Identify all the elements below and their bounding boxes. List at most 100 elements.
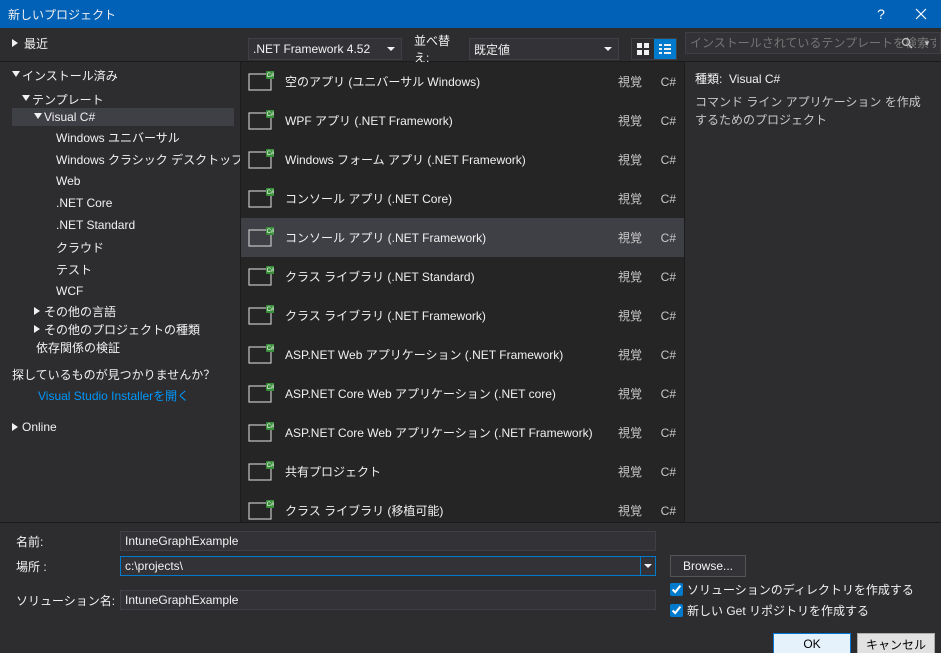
- template-icon: C#: [247, 263, 275, 291]
- template-lang: C#: [652, 465, 676, 479]
- name-input[interactable]: [120, 531, 656, 551]
- create-git-repo-checkbox[interactable]: 新しい Get リポジトリを作成する: [670, 602, 914, 619]
- template-lang: C#: [652, 309, 676, 323]
- caret-right-icon: [34, 322, 42, 336]
- template-icon: C#: [247, 224, 275, 252]
- template-tag: 視覚: [618, 502, 642, 519]
- caret-down-icon: [12, 68, 20, 82]
- help-button[interactable]: ?: [861, 0, 901, 28]
- csharp-children: Windows ユニバーサル Windows クラシック デスクトップ Web …: [12, 126, 234, 302]
- installed-tree-node[interactable]: インストール済み: [12, 66, 234, 84]
- template-search: ▾: [685, 32, 935, 54]
- cancel-button[interactable]: キャンセル: [857, 633, 935, 653]
- visual-csharp-tree-node[interactable]: Visual C#: [12, 108, 234, 126]
- template-row[interactable]: C# コンソール アプリ (.NET Framework)視覚C#: [241, 218, 684, 257]
- sort-combo[interactable]: 既定値: [469, 38, 619, 60]
- location-label: 場所 :: [8, 558, 116, 575]
- tree-leaf-cloud[interactable]: クラウド: [12, 238, 234, 256]
- template-name: コンソール アプリ (.NET Framework): [285, 229, 608, 246]
- template-row[interactable]: C# ASP.NET Core Web アプリケーション (.NET core)…: [241, 374, 684, 413]
- template-row[interactable]: C# クラス ライブラリ (.NET Standard)視覚C#: [241, 257, 684, 296]
- other-languages-tree-node[interactable]: その他の言語: [12, 302, 234, 320]
- template-icon: C#: [247, 302, 275, 330]
- sidebar: インストール済み テンプレート Visual C# Windows ユニバーサル…: [0, 62, 240, 522]
- template-icon: C#: [247, 185, 275, 213]
- svg-text:C#: C#: [267, 307, 274, 313]
- solution-name-label: ソリューション名:: [8, 592, 116, 609]
- template-row[interactable]: C# 共有プロジェクト視覚C#: [241, 452, 684, 491]
- template-name: Windows フォーム アプリ (.NET Framework): [285, 151, 608, 168]
- template-tag: 視覚: [618, 73, 642, 90]
- template-row[interactable]: C# クラス ライブラリ (.NET Framework)視覚C#: [241, 296, 684, 335]
- template-icon: C#: [247, 458, 275, 486]
- template-tag: 視覚: [618, 112, 642, 129]
- caret-down-icon: [22, 92, 30, 106]
- grid-icon: [637, 43, 649, 55]
- template-row[interactable]: C# ASP.NET Core Web アプリケーション (.NET Frame…: [241, 413, 684, 452]
- template-lang: C#: [652, 231, 676, 245]
- recent-tree-node[interactable]: 最近: [12, 34, 232, 52]
- template-name: ASP.NET Core Web アプリケーション (.NET Framewor…: [285, 424, 608, 441]
- location-input[interactable]: [120, 556, 640, 576]
- bottom-form: 名前: 場所 : Browse... ソリューション名: ソリューションのディレ…: [0, 522, 941, 627]
- svg-text:C#: C#: [267, 229, 274, 235]
- dependency-verification-tree-node[interactable]: 依存関係の検証: [12, 338, 234, 356]
- template-name: コンソール アプリ (.NET Core): [285, 190, 608, 207]
- viewmode-grid-button[interactable]: [632, 39, 654, 59]
- template-row[interactable]: C# Windows フォーム アプリ (.NET Framework)視覚C#: [241, 140, 684, 179]
- window-title: 新しいプロジェクト: [0, 6, 116, 23]
- tree-leaf-windows-classic-desktop[interactable]: Windows クラシック デスクトップ: [12, 150, 234, 168]
- svg-text:C#: C#: [267, 268, 274, 274]
- template-name: 空のアプリ (ユニバーサル Windows): [285, 73, 608, 90]
- svg-text:C#: C#: [267, 112, 274, 118]
- framework-combo[interactable]: .NET Framework 4.52: [248, 38, 402, 60]
- template-row[interactable]: C# コンソール アプリ (.NET Core)視覚C#: [241, 179, 684, 218]
- template-type: 種類: Visual C#: [695, 70, 931, 87]
- svg-text:C#: C#: [267, 346, 274, 352]
- template-tag: 視覚: [618, 307, 642, 324]
- viewmode-toggle: [631, 38, 677, 60]
- template-list[interactable]: C# 空のアプリ (ユニバーサル Windows)視覚C# C# WPF アプリ…: [240, 62, 685, 522]
- location-dropdown-button[interactable]: [640, 556, 656, 576]
- online-label: Online: [22, 420, 57, 434]
- main-area: インストール済み テンプレート Visual C# Windows ユニバーサル…: [0, 62, 941, 522]
- description-panel: 種類: Visual C# コマンド ライン アプリケーション を作成するための…: [685, 62, 941, 522]
- tree-leaf-windows-universal[interactable]: Windows ユニバーサル: [12, 128, 234, 146]
- template-row[interactable]: C# 空のアプリ (ユニバーサル Windows)視覚C#: [241, 62, 684, 101]
- template-icon: C#: [247, 497, 275, 523]
- caret-down-icon: [34, 110, 42, 124]
- browse-button[interactable]: Browse...: [670, 555, 746, 577]
- viewmode-list-button[interactable]: [654, 39, 676, 59]
- template-row[interactable]: C# ASP.NET Web アプリケーション (.NET Framework)…: [241, 335, 684, 374]
- titlebar: 新しいプロジェクト ?: [0, 0, 941, 28]
- name-label: 名前:: [8, 533, 116, 550]
- template-row[interactable]: C# WPF アプリ (.NET Framework)視覚C#: [241, 101, 684, 140]
- tree-leaf-web[interactable]: Web: [12, 172, 234, 190]
- create-solution-dir-input[interactable]: [670, 583, 683, 596]
- tree-leaf-netcore[interactable]: .NET Core: [12, 194, 234, 212]
- templates-tree-node[interactable]: テンプレート: [12, 90, 234, 108]
- caret-right-icon: [12, 420, 20, 434]
- recent-label: 最近: [24, 35, 48, 52]
- open-installer-link[interactable]: Visual Studio Installerを開く: [12, 387, 234, 404]
- close-button[interactable]: [901, 0, 941, 28]
- clear-search-icon[interactable]: ▾: [919, 35, 935, 51]
- not-finding-label: 探しているものが見つかりませんか？: [12, 356, 234, 387]
- template-tag: 視覚: [618, 424, 642, 441]
- create-git-repo-input[interactable]: [670, 604, 683, 617]
- template-lang: C#: [652, 426, 676, 440]
- template-name: 共有プロジェクト: [285, 463, 608, 480]
- ok-button[interactable]: OK: [773, 633, 851, 653]
- tree-leaf-test[interactable]: テスト: [12, 260, 234, 278]
- search-icon[interactable]: [899, 35, 915, 51]
- other-project-types-tree-node[interactable]: その他のプロジェクトの種類: [12, 320, 234, 338]
- create-solution-dir-checkbox[interactable]: ソリューションのディレクトリを作成する: [670, 581, 914, 598]
- tree-leaf-wcf[interactable]: WCF: [12, 282, 234, 300]
- online-tree-node[interactable]: Online: [12, 418, 234, 436]
- solution-name-input[interactable]: [120, 590, 656, 610]
- tree-leaf-netstandard[interactable]: .NET Standard: [12, 216, 234, 234]
- template-tag: 視覚: [618, 268, 642, 285]
- template-row[interactable]: C# クラス ライブラリ (移植可能)視覚C#: [241, 491, 684, 522]
- sort-value: 既定値: [474, 41, 510, 58]
- svg-text:C#: C#: [267, 73, 274, 79]
